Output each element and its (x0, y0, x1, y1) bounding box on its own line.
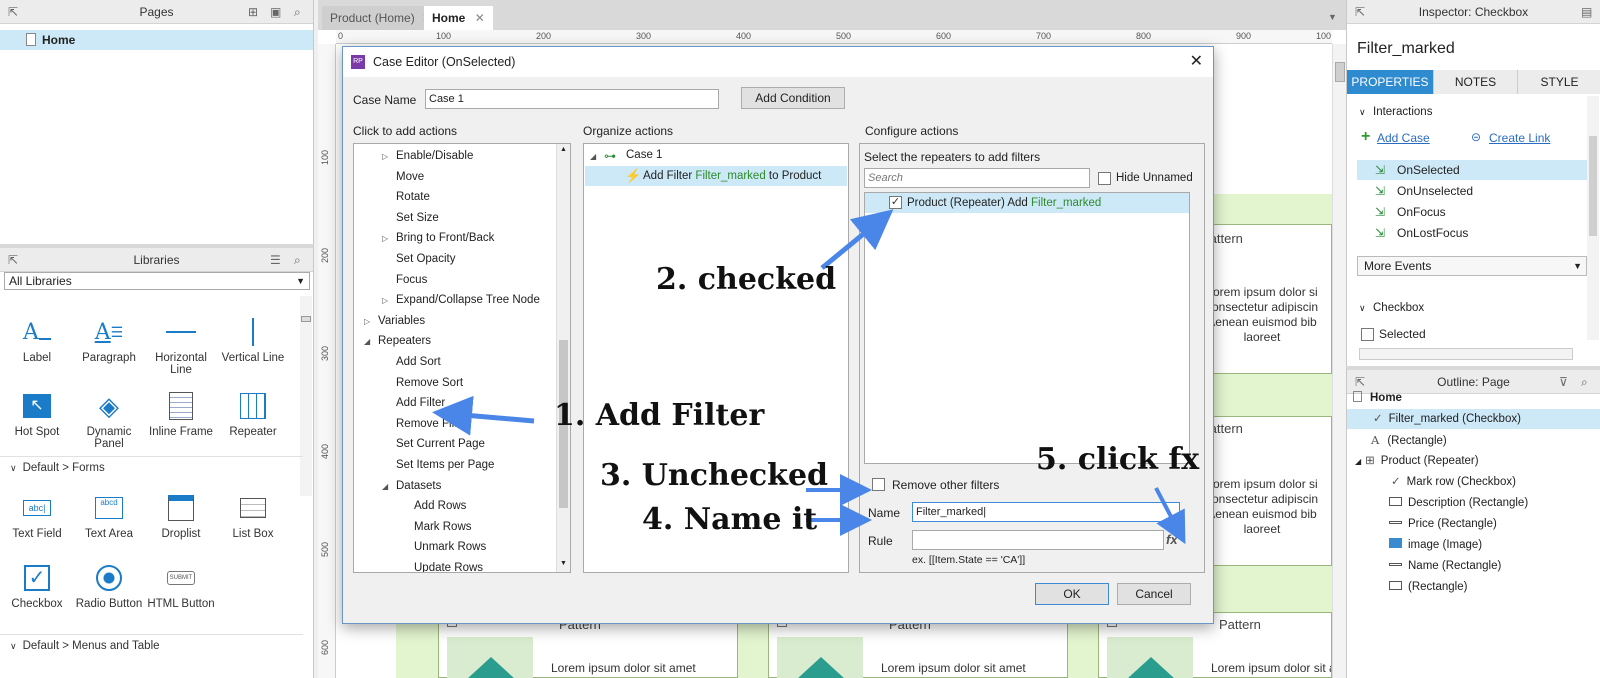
annotation-unchecked: 3. Unchecked (600, 458, 829, 493)
create-link-link[interactable]: Create Link (1489, 131, 1550, 145)
inspector-hscrollbar[interactable] (1359, 348, 1573, 360)
rectangle-icon (1389, 563, 1402, 566)
widget-name[interactable]: Filter_marked (1357, 40, 1455, 58)
collapse-arrow-icon[interactable]: ⇱ (1355, 0, 1365, 24)
rectangle-icon (1389, 497, 1402, 506)
rectangle-icon (1389, 521, 1402, 524)
tab-properties[interactable]: PROPERTIES (1347, 70, 1433, 94)
more-events-dropdown[interactable]: More Events ▼ (1357, 256, 1587, 276)
event-icon: ⇲ (1375, 205, 1386, 219)
chevron-down-icon[interactable]: ∨ (1359, 303, 1366, 314)
tab-style[interactable]: STYLE (1517, 70, 1600, 94)
arrow-click-fx (1154, 487, 1186, 545)
rectangle-icon (1389, 581, 1402, 590)
add-case-link[interactable]: Add Case (1377, 131, 1430, 145)
expand-triangle-icon[interactable]: ◢ (1355, 457, 1361, 466)
outline-item-mark-row[interactable]: ✓ Mark row (Checkbox) (1347, 472, 1600, 492)
notes-icon[interactable]: ▤ (1581, 0, 1592, 24)
inspector-scrollbar[interactable] (1587, 96, 1599, 340)
inspector-panel: ⇱ Inspector: Checkbox ▤ Filter_marked PR… (1346, 0, 1600, 366)
outline-title: Outline: Page (1437, 375, 1510, 389)
text-icon: A (1371, 433, 1380, 447)
chevron-down-icon[interactable]: ∨ (1359, 107, 1366, 118)
outline-item-description[interactable]: Description (Rectangle) (1347, 493, 1600, 513)
outline-item-rectangle-2[interactable]: (Rectangle) (1347, 577, 1600, 597)
checkmark-icon: ✓ (1391, 476, 1401, 488)
page-icon (1353, 391, 1362, 402)
event-icon: ⇲ (1375, 226, 1386, 240)
event-icon: ⇲ (1375, 184, 1386, 198)
interactions-label: Interactions (1373, 106, 1433, 118)
image-icon (1389, 538, 1402, 548)
outline-item-home[interactable]: Home (1347, 388, 1600, 408)
annotation-name-it: 4. Name it (642, 502, 818, 537)
more-events-label: More Events (1364, 259, 1432, 273)
annotation-checked: 2. checked (656, 262, 837, 297)
outline-item-rectangle[interactable]: A (Rectangle) (1347, 430, 1600, 450)
chevron-down-icon: ▼ (1573, 261, 1582, 271)
selected-checkbox[interactable] (1361, 328, 1374, 341)
event-onfocus[interactable]: ⇲ OnFocus (1357, 202, 1588, 222)
annotation-click-fx: 5. click fx (1036, 442, 1200, 477)
inspector-title: Inspector: Checkbox (1418, 5, 1529, 19)
outline-item-price[interactable]: Price (Rectangle) (1347, 514, 1600, 534)
selected-label: Selected (1379, 327, 1426, 341)
event-icon: ⇲ (1375, 163, 1386, 177)
outline-panel: ⇱ Outline: Page ⊽ ⌕ Home ✓ Filter_marked … (1346, 366, 1600, 678)
checkmark-icon: ✓ (1373, 413, 1383, 425)
scrollbar-thumb[interactable] (1589, 136, 1597, 236)
outline-item-filter-marked[interactable]: ✓ Filter_marked (Checkbox) (1347, 409, 1600, 429)
repeater-icon: ⊞ (1365, 455, 1375, 467)
outline-item-image[interactable]: image (Image) (1347, 535, 1600, 555)
checkbox-section-label: Checkbox (1373, 302, 1425, 314)
outline-item-name[interactable]: Name (Rectangle) (1347, 556, 1600, 576)
tab-notes[interactable]: NOTES (1433, 70, 1517, 94)
event-onunselected[interactable]: ⇲ OnUnselected (1357, 181, 1588, 201)
arrow-add-filter (432, 395, 535, 436)
outline-item-product-repeater[interactable]: ◢ ⊞ Product (Repeater) (1347, 451, 1600, 471)
event-onselected[interactable]: ⇲ OnSelected (1357, 160, 1588, 180)
annotation-add-filter: 1. Add Filter (554, 398, 765, 433)
inspector-header: ⇱ Inspector: Checkbox ▤ (1347, 0, 1600, 24)
add-icon: + (1361, 128, 1371, 145)
event-onlostfocus[interactable]: ⇲ OnLostFocus (1357, 223, 1588, 243)
link-icon: ⊝ (1471, 130, 1482, 144)
